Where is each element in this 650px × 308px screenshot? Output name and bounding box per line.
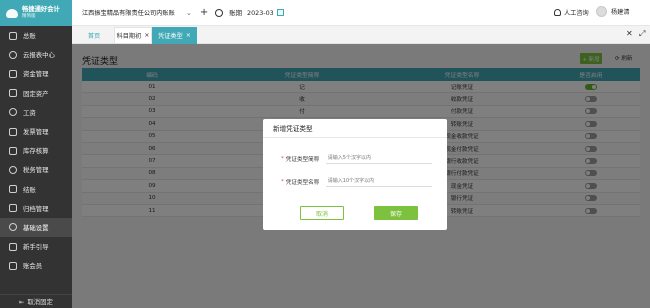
sidebar-item-label: 基础设置 bbox=[23, 223, 49, 232]
sidebar-item[interactable]: 基础设置 bbox=[0, 217, 72, 238]
sidebar-item[interactable]: 结账 bbox=[0, 180, 72, 199]
unpin-sidebar-button[interactable]: ⇤ 取消固定 bbox=[0, 294, 72, 308]
invoice-icon bbox=[9, 127, 17, 136]
add-company-icon[interactable]: + bbox=[200, 7, 208, 18]
sidebar-item[interactable]: 归档管理 bbox=[0, 199, 72, 218]
support-label: 人工咨询 bbox=[564, 10, 589, 17]
tab-bar: 首页 科目期初 × 凭证类型 × ✕ ⤢ bbox=[72, 26, 650, 44]
add-voucher-type-dialog: 新增凭证类型 * 凭证类型简称 * 凭证类型名称 取消 保存 bbox=[263, 119, 447, 230]
name-row: * 凭证类型名称 bbox=[281, 176, 432, 187]
sidebar-item-label: 归档管理 bbox=[23, 204, 49, 213]
app-logo[interactable]: 畅捷通好会计 精简版 bbox=[0, 0, 72, 26]
sidebar-item[interactable]: 库存核算 bbox=[0, 141, 72, 160]
tab-opening-balance[interactable]: 科目期初 × bbox=[114, 27, 152, 44]
asset-icon bbox=[9, 89, 17, 98]
required-mark: * bbox=[281, 178, 284, 185]
name-input[interactable] bbox=[325, 176, 432, 187]
top-header: 江西振宝精品有限责任公司内账账 ⌄ + 账期 2023-03 人工咨询 杨建清 bbox=[72, 0, 650, 26]
tab-label: 科目期初 bbox=[116, 33, 142, 40]
tab-home[interactable]: 首页 bbox=[76, 27, 112, 44]
member-icon bbox=[9, 261, 17, 270]
tab-label: 凭证类型 bbox=[158, 33, 183, 40]
period-label: 账期 bbox=[229, 9, 243, 17]
sidebar-item-label: 固定资产 bbox=[23, 89, 49, 98]
support-button[interactable]: 人工咨询 bbox=[554, 8, 589, 17]
chevron-down-icon[interactable]: ⌄ bbox=[186, 9, 192, 17]
app-edition: 精简版 bbox=[22, 14, 36, 19]
required-mark: * bbox=[281, 155, 284, 162]
inventory-icon bbox=[9, 146, 17, 155]
sidebar-item[interactable]: 总账 bbox=[0, 26, 72, 45]
sidebar-item-label: 工资 bbox=[23, 108, 36, 117]
expand-icon[interactable]: ⤢ bbox=[639, 29, 645, 39]
tab-voucher-type[interactable]: 凭证类型 × bbox=[152, 27, 197, 44]
sidebar-item[interactable]: 云报表中心 bbox=[0, 45, 72, 64]
gear-icon[interactable] bbox=[215, 8, 224, 17]
sidebar-item-label: 云报表中心 bbox=[23, 51, 55, 60]
company-selector[interactable]: 江西振宝精品有限责任公司内账账 bbox=[82, 8, 178, 17]
calendar-icon[interactable] bbox=[276, 9, 284, 16]
short-name-row: * 凭证类型简称 bbox=[281, 153, 432, 164]
closing-icon bbox=[9, 185, 17, 194]
sidebar: 畅捷通好会计 精简版 总账云报表中心资金管理固定资产工资发票管理库存核算税务管理… bbox=[0, 0, 72, 308]
fund-icon bbox=[9, 69, 17, 78]
period-value[interactable]: 2023-03 bbox=[247, 9, 274, 17]
headset-icon bbox=[554, 9, 561, 16]
close-icon[interactable]: × bbox=[144, 32, 149, 39]
tab-label: 首页 bbox=[87, 33, 101, 40]
user-name: 杨建清 bbox=[611, 9, 630, 16]
sidebar-item-label: 资金管理 bbox=[23, 70, 49, 79]
name-label: 凭证类型名称 bbox=[285, 179, 320, 186]
archive-icon bbox=[9, 204, 17, 213]
sidebar-item[interactable]: 税务管理 bbox=[0, 160, 72, 179]
avatar bbox=[596, 6, 607, 17]
user-menu[interactable]: 杨建清 bbox=[596, 6, 630, 17]
close-all-tabs-icon[interactable]: ✕ bbox=[626, 29, 633, 38]
dialog-title: 新增凭证类型 bbox=[263, 119, 447, 138]
ledger-icon bbox=[9, 31, 17, 40]
unpin-icon: ⇤ bbox=[19, 297, 25, 306]
sidebar-item-label: 库存核算 bbox=[23, 147, 49, 156]
sidebar-item-label: 新手引导 bbox=[23, 243, 49, 252]
guide-icon bbox=[9, 242, 17, 251]
sidebar-item[interactable]: 账会员 bbox=[0, 256, 72, 275]
close-icon[interactable]: × bbox=[186, 32, 191, 39]
short-name-input[interactable] bbox=[325, 153, 432, 164]
sidebar-item-label: 发票管理 bbox=[23, 128, 49, 137]
sidebar-item[interactable]: 固定资产 bbox=[0, 84, 72, 103]
salary-icon bbox=[9, 108, 17, 117]
tax-icon bbox=[9, 165, 17, 174]
report-icon bbox=[9, 50, 17, 59]
sidebar-item-label: 税务管理 bbox=[23, 166, 49, 175]
unpin-label: 取消固定 bbox=[27, 298, 53, 306]
app-name: 畅捷通好会计 bbox=[22, 6, 60, 13]
sidebar-item[interactable]: 发票管理 bbox=[0, 122, 72, 141]
sidebar-item[interactable]: 工资 bbox=[0, 103, 72, 122]
save-button[interactable]: 保存 bbox=[374, 206, 418, 220]
sidebar-item-label: 总账 bbox=[23, 32, 36, 41]
settings-icon bbox=[9, 223, 17, 232]
cloud-logo-icon bbox=[6, 8, 18, 18]
sidebar-item[interactable]: 新手引导 bbox=[0, 237, 72, 256]
sidebar-item-label: 账会员 bbox=[23, 262, 43, 271]
sidebar-item-label: 结账 bbox=[23, 185, 36, 194]
cancel-button[interactable]: 取消 bbox=[300, 206, 344, 220]
short-name-label: 凭证类型简称 bbox=[285, 156, 320, 163]
sidebar-item[interactable]: 资金管理 bbox=[0, 64, 72, 83]
